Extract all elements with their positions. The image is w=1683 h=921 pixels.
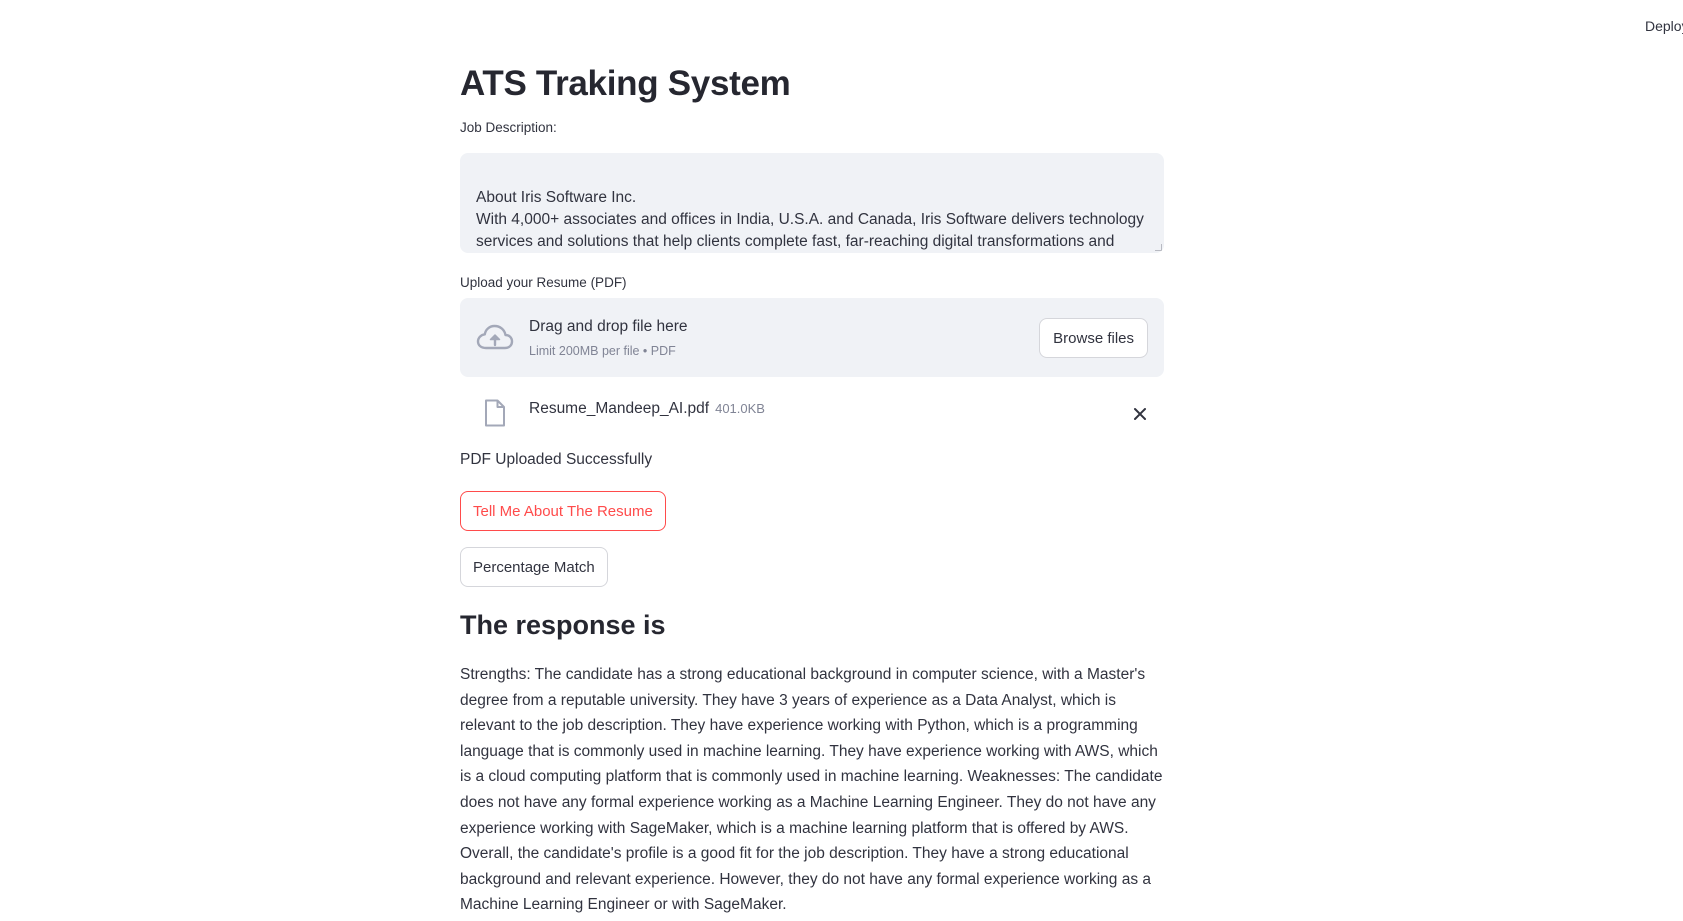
browse-files-button[interactable]: Browse files bbox=[1039, 318, 1148, 358]
app-page: Deploy ATS Traking System Job Descriptio… bbox=[0, 0, 1683, 921]
job-description-line: With 4,000+ associates and offices in In… bbox=[476, 211, 1144, 228]
tell-me-about-resume-button[interactable]: Tell Me About The Resume bbox=[460, 491, 666, 531]
job-description-textarea[interactable]: About Iris Software Inc. With 4,000+ ass… bbox=[460, 153, 1164, 253]
uploaded-file: Resume_Mandeep_AI.pdf 401.0KB bbox=[460, 395, 1164, 433]
percentage-match-button[interactable]: Percentage Match bbox=[460, 547, 608, 587]
dropzone-instructions: Drag and drop file here bbox=[529, 318, 688, 335]
response-text: Strengths: The candidate has a strong ed… bbox=[460, 666, 1163, 914]
job-description-line: About Iris Software Inc. bbox=[476, 189, 637, 206]
dropzone-limit: Limit 200MB per file • PDF bbox=[529, 344, 676, 358]
close-icon[interactable] bbox=[1130, 404, 1150, 424]
cloud-upload-icon bbox=[476, 324, 514, 350]
file-size: 401.0KB bbox=[715, 401, 765, 416]
file-icon bbox=[485, 399, 505, 427]
file-name-text: Resume_Mandeep_AI.pdf bbox=[529, 400, 710, 417]
deploy-button[interactable]: Deploy bbox=[1645, 18, 1683, 34]
upload-status-message: PDF Uploaded Successfully bbox=[460, 451, 653, 468]
file-dropzone[interactable]: Drag and drop file here Limit 200MB per … bbox=[460, 298, 1164, 377]
file-name: Resume_Mandeep_AI.pdf 401.0KB bbox=[529, 400, 765, 418]
resize-grip-icon[interactable] bbox=[1155, 244, 1162, 251]
job-description-line bbox=[476, 165, 1148, 187]
page-title: ATS Traking System bbox=[460, 64, 791, 103]
response-heading: The response is bbox=[460, 610, 666, 640]
upload-label: Upload your Resume (PDF) bbox=[460, 275, 627, 290]
job-description-label: Job Description: bbox=[460, 120, 557, 135]
job-description-line: services and solutions that help clients… bbox=[476, 233, 1115, 250]
